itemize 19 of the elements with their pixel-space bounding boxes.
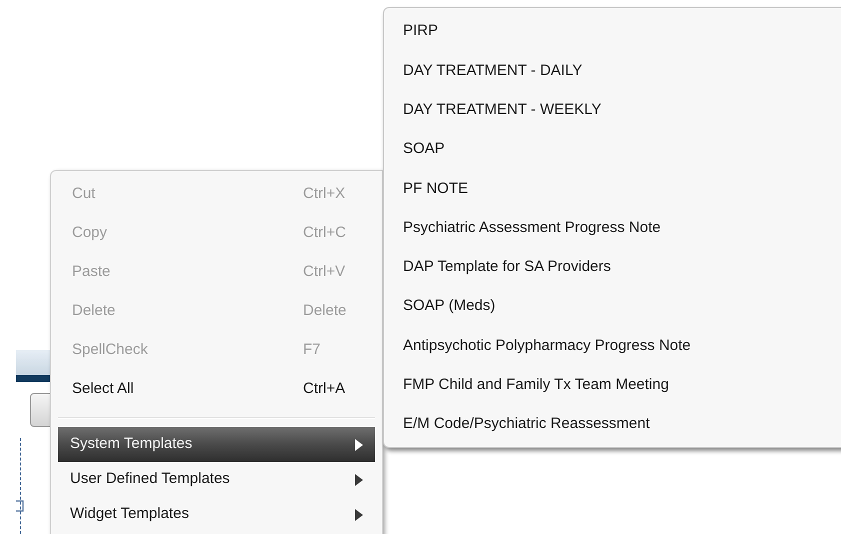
submenu-item[interactable]: Widget Templates	[58, 497, 375, 532]
caret-icon	[355, 438, 363, 450]
bracket-icon	[15, 500, 25, 512]
menu-item[interactable]: Psychiatric Assessment Progress Note	[384, 208, 841, 248]
caret-icon	[355, 474, 363, 486]
menu-item[interactable]: SOAP	[384, 130, 841, 170]
caret-icon	[355, 508, 363, 520]
menu-item[interactable]: PF NOTE	[384, 169, 841, 208]
menu-item[interactable]: DAY TREATMENT - DAILY	[384, 51, 841, 91]
menu-item[interactable]: Antipsychotic Polypharmacy Progress Note	[384, 326, 841, 366]
menu-item[interactable]: Select All Ctrl+A	[52, 370, 381, 409]
submenu-item[interactable]: System Templates	[58, 427, 375, 462]
menu-item[interactable]: PIRP	[384, 12, 841, 52]
menu-item[interactable]: DAY TREATMENT - WEEKLY	[384, 90, 841, 130]
menu-item[interactable]: E/M Code/Psychiatric Reassessment	[384, 404, 841, 444]
menu-item[interactable]: DAP Template for SA Providers	[384, 248, 841, 288]
menu-item[interactable]: SOAP (Meds)	[384, 287, 841, 326]
submenu-item[interactable]: User Defined Templates	[58, 462, 375, 497]
menu-item[interactable]: FMP Child and Family Tx Team Meeting	[384, 366, 841, 405]
